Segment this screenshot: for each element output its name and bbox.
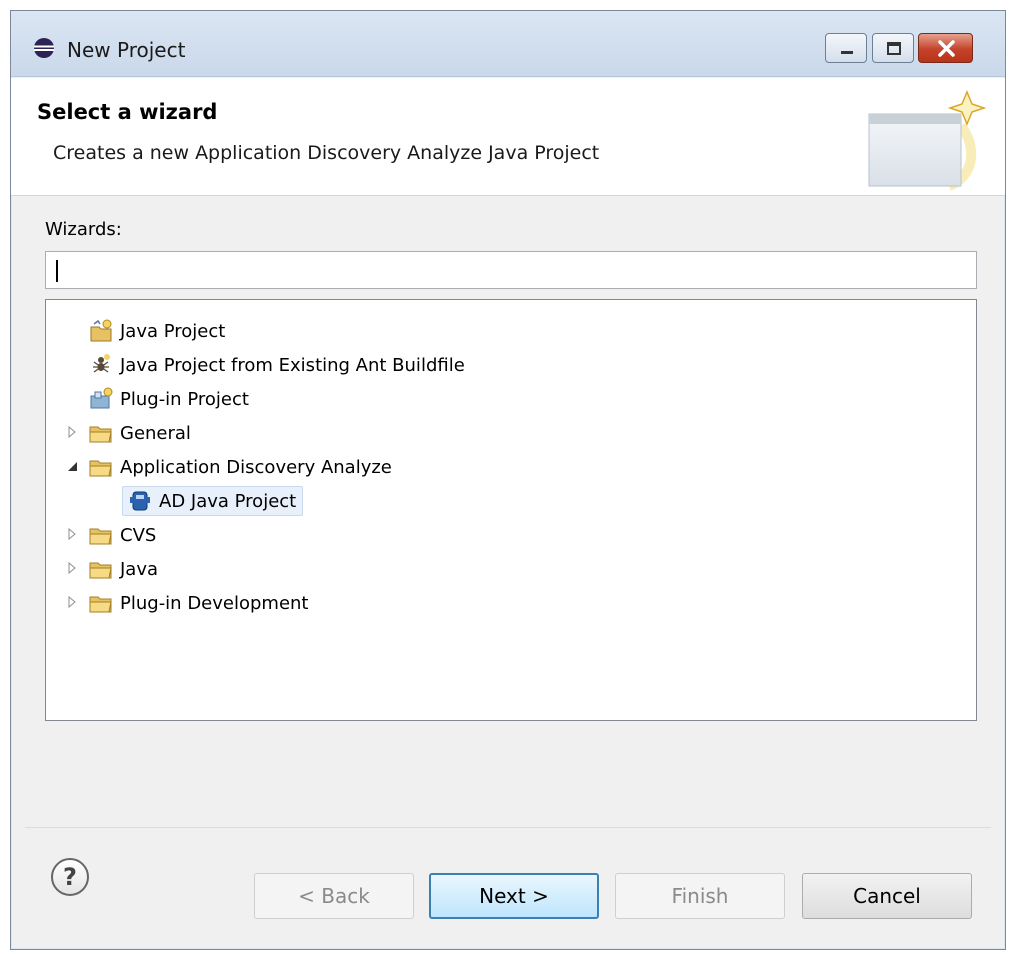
- tree-item-label: AD Java Project: [159, 490, 297, 512]
- help-button[interactable]: ?: [51, 858, 89, 896]
- wizards-label: Wizards:: [45, 219, 122, 240]
- tree-item-plugin-development[interactable]: Plug-in Development: [88, 588, 309, 618]
- tree-item-application-discovery-analyze[interactable]: Application Discovery Analyze: [88, 452, 392, 482]
- close-icon: [938, 40, 955, 57]
- close-button[interactable]: [918, 33, 973, 63]
- tree-item-label: CVS: [120, 524, 157, 546]
- tree-item-java-project[interactable]: Java Project: [88, 316, 225, 346]
- tree-item-java[interactable]: Java: [88, 554, 158, 584]
- java-project-icon: [90, 319, 112, 342]
- tree-item-label: General: [120, 422, 191, 444]
- folder-icon: [89, 426, 112, 443]
- new-project-dialog: New Project Select a wizard Creates a ne…: [10, 10, 1006, 950]
- eclipse-icon: [34, 38, 54, 58]
- footer-divider: [25, 827, 991, 828]
- minimize-icon: [841, 51, 853, 54]
- folder-icon: [89, 528, 112, 545]
- maximize-icon: [887, 42, 901, 55]
- tree-item-plugin-project[interactable]: Plug-in Project: [88, 384, 249, 414]
- page-title: Select a wizard: [37, 100, 218, 124]
- tree-item-ad-java-project[interactable]: AD Java Project: [122, 486, 304, 516]
- expand-arrow-icon[interactable]: [66, 596, 78, 608]
- expand-arrow-icon[interactable]: [66, 562, 78, 574]
- window-title: New Project: [67, 38, 186, 62]
- expand-arrow-icon[interactable]: [66, 528, 78, 540]
- maximize-button[interactable]: [872, 33, 914, 63]
- tree-item-label: Java: [120, 558, 159, 580]
- ad-project-icon: [130, 491, 150, 511]
- folder-icon: [89, 562, 112, 579]
- tree-item-label: Java Project from Existing Ant Buildfile: [120, 354, 465, 376]
- wizard-tree[interactable]: Java Project Java Project from Existing …: [45, 299, 977, 721]
- tree-item-general[interactable]: General: [88, 418, 191, 448]
- tree-item-label: Application Discovery Analyze: [120, 456, 392, 478]
- title-bar[interactable]: New Project: [11, 11, 1005, 77]
- expand-arrow-icon[interactable]: [66, 426, 78, 438]
- back-button[interactable]: < Back: [254, 873, 414, 919]
- wizard-filter-input[interactable]: [45, 251, 977, 289]
- tree-item-cvs[interactable]: CVS: [88, 520, 156, 550]
- finish-button[interactable]: Finish: [615, 873, 785, 919]
- tree-item-label: Plug-in Development: [120, 592, 309, 614]
- folder-icon: [89, 596, 112, 613]
- new-wizard-banner-icon: [868, 90, 987, 191]
- plugin-project-icon: [90, 387, 113, 409]
- selection-highlight: AD Java Project: [122, 486, 304, 516]
- next-button[interactable]: Next >: [429, 873, 599, 919]
- wizard-header: Select a wizard Creates a new Applicatio…: [11, 78, 1005, 196]
- tree-item-label: Java Project: [120, 320, 226, 342]
- minimize-button[interactable]: [825, 33, 867, 63]
- text-caret: [56, 260, 58, 282]
- folder-icon: [89, 460, 112, 477]
- collapse-arrow-icon[interactable]: [66, 460, 78, 472]
- ant-icon: [93, 354, 110, 373]
- tree-item-label: Plug-in Project: [120, 388, 249, 410]
- cancel-button[interactable]: Cancel: [802, 873, 972, 919]
- tree-item-ant-buildfile[interactable]: Java Project from Existing Ant Buildfile: [88, 350, 465, 380]
- page-description: Creates a new Application Discovery Anal…: [53, 142, 600, 164]
